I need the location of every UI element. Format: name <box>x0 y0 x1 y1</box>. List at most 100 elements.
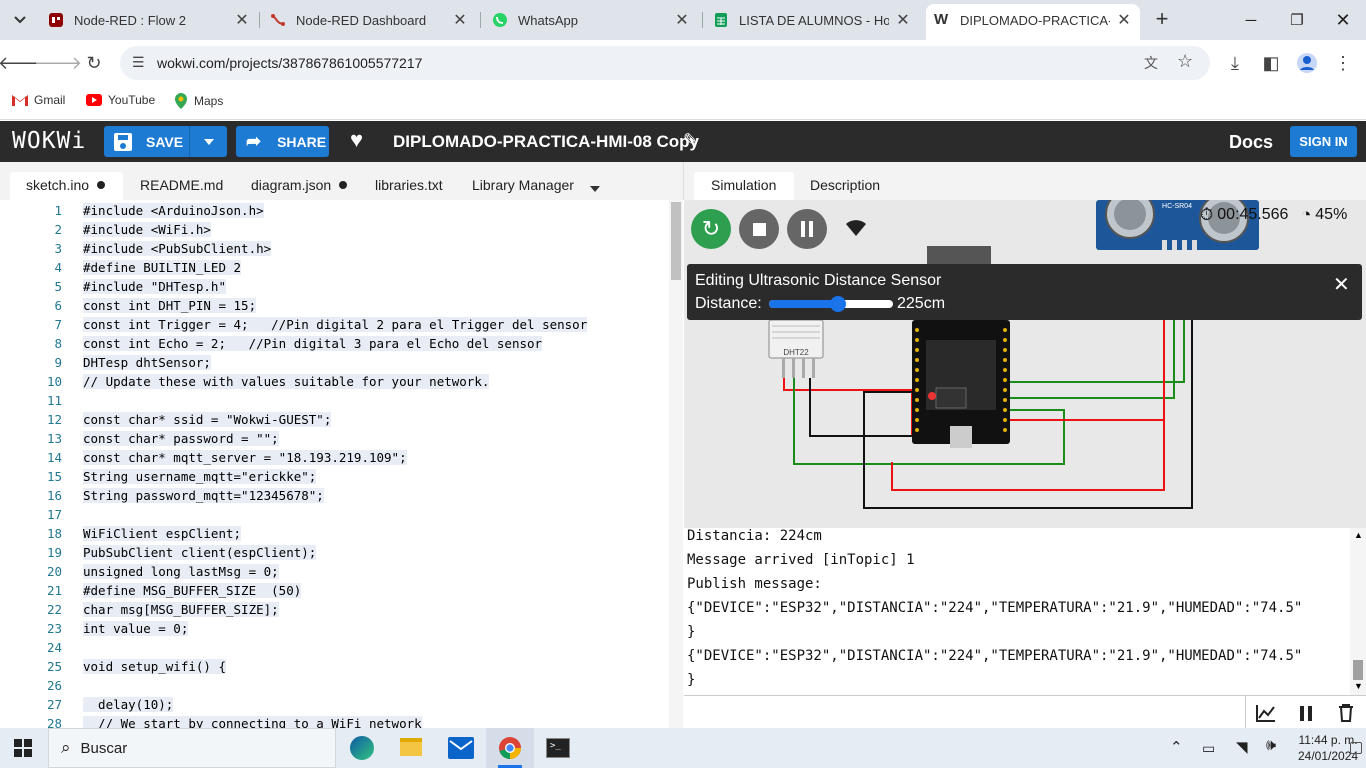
notification-icon[interactable] <box>1350 742 1362 754</box>
tab-sketch-ino[interactable]: sketch.ino <box>26 172 106 198</box>
simulation-canvas[interactable]: HC-SR04 DHT22 ↻ ⏱ 00:45.566 ◔ 45% <box>684 200 1366 528</box>
battery-icon[interactable]: ▭ <box>1202 740 1215 757</box>
code-line[interactable]: WiFiClient espClient; <box>83 526 242 541</box>
plotter-button[interactable] <box>1250 699 1282 727</box>
volume-icon[interactable]: 🕪 <box>1266 737 1276 755</box>
code-line[interactable]: char msg[MSG_BUFFER_SIZE]; <box>83 602 279 617</box>
tab-search-button[interactable] <box>8 8 32 32</box>
pause-button[interactable] <box>787 209 827 249</box>
browser-tab-sheets[interactable]: LISTA DE ALUMNOS - Hojas ✕ <box>713 6 913 34</box>
code-editor[interactable]: 1 #include <ArduinoJson.h> 2 #include <WiFi… <box>0 200 683 728</box>
editor-scrollbar[interactable] <box>669 200 683 728</box>
clear-button[interactable] <box>1330 699 1362 727</box>
mail-icon[interactable] <box>448 737 474 759</box>
profile-avatar[interactable] <box>1294 50 1320 76</box>
heart-icon[interactable]: ♥ <box>350 127 363 153</box>
code-line[interactable]: delay(10); <box>83 697 174 712</box>
code-line[interactable]: #define MSG_BUFFER_SIZE (50) <box>83 583 302 598</box>
new-tab-button[interactable]: + <box>1150 8 1174 32</box>
side-panel-icon[interactable]: ◧ <box>1258 50 1284 76</box>
close-window-button[interactable]: ✕ <box>1320 0 1366 40</box>
close-icon[interactable]: ✕ <box>672 10 692 30</box>
code-line[interactable]: void setup_wifi() { <box>83 659 226 674</box>
serial-monitor[interactable]: Distancia: 224cm Message arrived [inTopic… <box>684 528 1366 695</box>
browser-tab-node-red-flow[interactable]: Node-RED : Flow 2 ✕ <box>48 6 252 34</box>
distance-slider-thumb[interactable] <box>830 296 847 312</box>
tab-library-manager[interactable]: Library Manager <box>472 172 574 198</box>
editor-scrollbar-thumb[interactable] <box>671 202 681 280</box>
code-line[interactable]: const char* mqtt_server = "18.193.219.10… <box>83 450 407 465</box>
taskbar-search[interactable]: ⌕ Buscar <box>48 728 336 768</box>
bookmark-maps[interactable]: Maps <box>174 93 223 109</box>
code-line[interactable]: int value = 0; <box>83 621 189 636</box>
reload-button[interactable]: ↻ <box>81 50 107 76</box>
tab-description[interactable]: Description <box>810 172 880 198</box>
tabs-menu-caret-icon[interactable] <box>590 179 600 197</box>
code-line[interactable]: #include <PubSubClient.h> <box>83 241 272 256</box>
serial-pause-button[interactable] <box>1290 699 1322 727</box>
code-line[interactable]: String password_mqtt="12345678"; <box>83 488 324 503</box>
browser-menu-icon[interactable]: ⋮ <box>1330 50 1356 76</box>
distance-slider[interactable] <box>769 296 893 312</box>
bookmark-star-icon[interactable]: ☆ <box>1177 51 1193 72</box>
code-line[interactable]: unsigned long lastMsg = 0; <box>83 564 279 579</box>
file-explorer-icon[interactable] <box>400 738 422 756</box>
chrome-icon[interactable] <box>498 736 522 765</box>
code-line[interactable]: const int DHT_PIN = 15; <box>83 298 257 313</box>
serial-input[interactable] <box>684 696 1246 728</box>
save-button[interactable]: SAVE <box>104 126 227 157</box>
code-line[interactable]: PubSubClient client(espClient); <box>83 545 317 560</box>
scroll-up-icon[interactable]: ▲ <box>1354 530 1363 540</box>
code-line[interactable]: const char* password = ""; <box>83 431 279 446</box>
tab-readme[interactable]: README.md <box>140 172 223 198</box>
network-icon[interactable]: ◥ <box>1236 738 1248 756</box>
code-line[interactable]: #include <ArduinoJson.h> <box>83 203 264 218</box>
browser-tab-node-red-dashboard[interactable]: Node-RED Dashboard ✕ <box>270 6 470 34</box>
start-button[interactable] <box>14 739 32 762</box>
edge-icon[interactable] <box>350 736 374 760</box>
code-line[interactable]: #include "DHTesp.h" <box>83 279 226 294</box>
code-line[interactable]: const int Trigger = 4; //Pin digital 2 p… <box>83 317 588 332</box>
tab-libraries-txt[interactable]: libraries.txt <box>375 172 443 198</box>
edit-pencil-icon[interactable]: ✎ <box>683 130 698 151</box>
docs-link[interactable]: Docs <box>1229 132 1273 153</box>
esp32-board[interactable] <box>912 320 1010 448</box>
bookmark-youtube[interactable]: YouTube <box>86 93 155 107</box>
serial-scrollbar-thumb[interactable] <box>1353 660 1363 680</box>
browser-tab-wokwi[interactable]: W DIPLOMADO-PRACTICA-HMI ✕ <box>926 4 1140 40</box>
address-bar[interactable]: ☰ wokwi.com/projects/387867861005577217 … <box>120 46 1210 80</box>
stop-button[interactable] <box>739 209 779 249</box>
terminal-icon[interactable]: >_ <box>546 738 570 758</box>
code-line[interactable]: DHTesp dhtSensor; <box>83 355 211 370</box>
forward-button[interactable]: 🡒 <box>34 50 82 76</box>
code-line[interactable]: String username_mqtt="erickke"; <box>83 469 317 484</box>
share-button[interactable]: ➦ SHARE <box>236 126 329 157</box>
panel-close-icon[interactable]: ✕ <box>1333 272 1350 297</box>
close-icon[interactable]: ✕ <box>232 10 252 30</box>
serial-scrollbar[interactable]: ▲ ▼ <box>1350 528 1366 695</box>
code-line[interactable]: const int Echo = 2; //Pin digital 3 para… <box>83 336 543 351</box>
dht22-sensor[interactable]: DHT22 <box>768 319 824 378</box>
tab-diagram-json[interactable]: diagram.json <box>251 172 348 198</box>
code-line[interactable]: // Update these with values suitable for… <box>83 374 490 389</box>
code-line[interactable]: #include <WiFi.h> <box>83 222 211 237</box>
back-button[interactable]: 🡐 <box>0 50 46 76</box>
restart-button[interactable]: ↻ <box>691 209 731 249</box>
tray-chevron-icon[interactable]: ⌃ <box>1170 738 1183 756</box>
download-icon[interactable]: ⤓ <box>1222 50 1248 76</box>
scroll-down-icon[interactable]: ▼ <box>1354 681 1363 691</box>
close-icon[interactable]: ✕ <box>893 10 913 30</box>
code-line[interactable]: // We start by connecting to a WiFi netw… <box>83 716 422 728</box>
code-line[interactable]: #define BUILTIN_LED 2 <box>83 260 242 275</box>
close-icon[interactable]: ✕ <box>1114 10 1134 30</box>
tab-simulation[interactable]: Simulation <box>711 172 776 198</box>
bookmark-gmail[interactable]: Gmail <box>12 93 65 107</box>
browser-tab-whatsapp[interactable]: WhatsApp ✕ <box>492 6 692 34</box>
sign-in-button[interactable]: SIGN IN <box>1290 126 1357 157</box>
wokwi-logo[interactable]: WOKWi <box>12 128 86 154</box>
translate-icon[interactable]: 文 <box>1144 53 1158 73</box>
close-icon[interactable]: ✕ <box>450 10 470 30</box>
maximize-button[interactable]: ❐ <box>1274 0 1320 40</box>
site-info-icon[interactable]: ☰ <box>132 54 145 71</box>
code-line[interactable]: const char* ssid = "Wokwi-GUEST"; <box>83 412 332 427</box>
